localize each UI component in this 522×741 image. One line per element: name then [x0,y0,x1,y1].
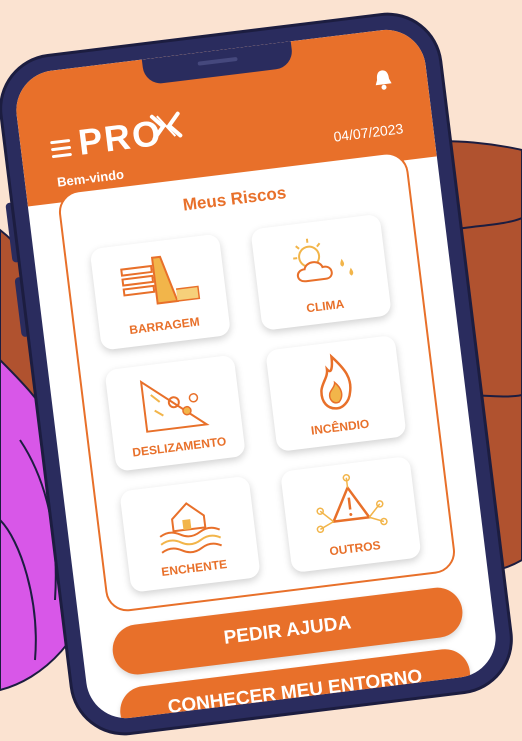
risk-tile-outros[interactable]: OUTROS [280,455,422,574]
phone: PRO 04/07/2023 Bem-vindo Meus Riscos BAR… [0,9,516,739]
tile-label: INCÊNDIO [310,416,371,438]
tile-label: OUTROS [328,538,382,559]
flood-icon [159,502,223,554]
risk-tile-barragem[interactable]: BARRAGEM [89,233,232,351]
weather-icon [293,238,354,283]
tile-label: BARRAGEM [128,314,201,338]
network-warning-icon [316,474,388,534]
phone-body: PRO 04/07/2023 Bem-vindo Meus Riscos BAR… [0,9,516,739]
tile-label: CLIMA [305,296,345,316]
scene: PRO 04/07/2023 Bem-vindo Meus Riscos BAR… [0,0,522,741]
menu-icon[interactable] [50,138,73,159]
phone-screen: PRO 04/07/2023 Bem-vindo Meus Riscos BAR… [11,25,501,723]
risk-tile-incendio[interactable]: INCÊNDIO [265,334,407,452]
logo-x-mark [149,111,183,141]
risk-tile-enchente[interactable]: ENCHENTE [119,475,261,593]
tile-label: DESLIZAMENTO [131,434,228,460]
risk-tile-deslizamento[interactable]: DESLIZAMENTO [104,354,246,472]
tile-label: ENCHENTE [160,557,228,579]
dam-icon [120,255,201,305]
risk-tile-clima[interactable]: CLIMA [250,213,392,331]
landslide-icon [139,380,210,433]
phone-notch [141,41,294,86]
risks-card: Meus Riscos BARRAGEM CLIMA DESLIZAMENTO … [56,150,458,614]
bell-icon[interactable] [372,67,395,91]
date-label: 04/07/2023 [332,120,405,145]
fire-icon [320,353,352,410]
speaker [197,56,238,66]
